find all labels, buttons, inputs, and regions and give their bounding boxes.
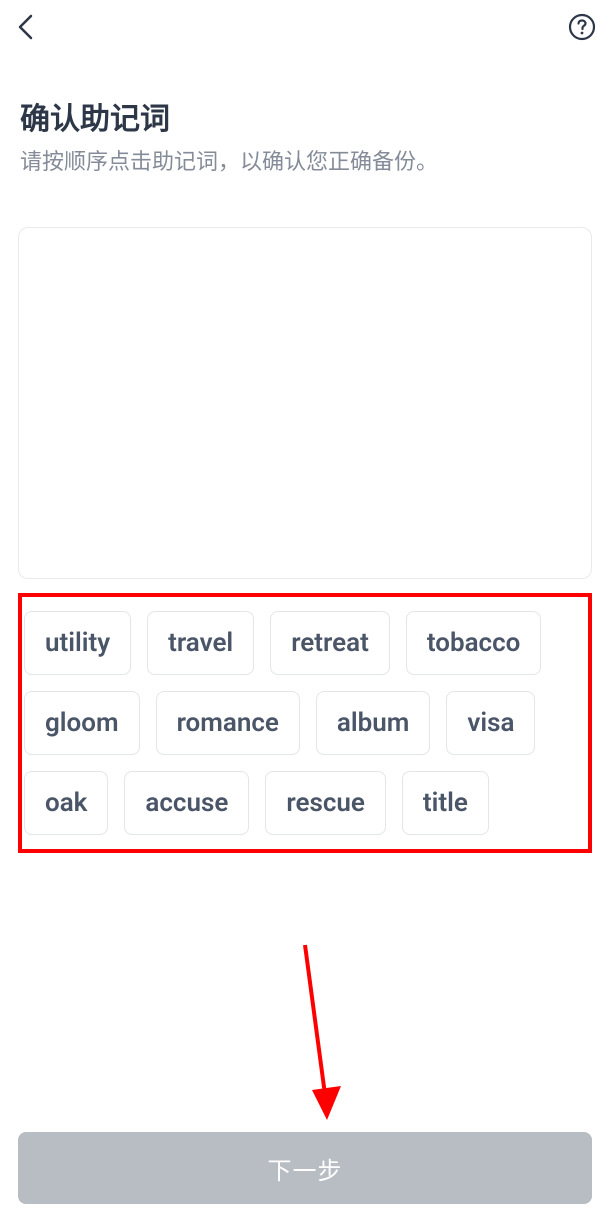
word-chip-oak[interactable]: oak bbox=[24, 771, 108, 835]
title-section: 确认助记词 请按顺序点击助记词，以确认您正确备份。 bbox=[0, 54, 610, 179]
word-chip-romance[interactable]: romance bbox=[156, 691, 300, 755]
next-button-label: 下一步 bbox=[268, 1151, 343, 1186]
word-chip-title[interactable]: title bbox=[402, 771, 489, 835]
question-circle-icon bbox=[568, 13, 596, 41]
page-subtitle: 请按顺序点击助记词，以确认您正确备份。 bbox=[20, 146, 590, 179]
word-chip-tobacco[interactable]: tobacco bbox=[406, 611, 542, 675]
word-chip-visa[interactable]: visa bbox=[446, 691, 535, 755]
word-chip-utility[interactable]: utility bbox=[24, 611, 131, 675]
word-chip-travel[interactable]: travel bbox=[147, 611, 254, 675]
selected-words-area[interactable] bbox=[18, 227, 592, 579]
word-chip-retreat[interactable]: retreat bbox=[270, 611, 390, 675]
word-chip-accuse[interactable]: accuse bbox=[124, 771, 249, 835]
mnemonic-words-container: utility travel retreat tobacco gloom rom… bbox=[18, 593, 592, 853]
page-title: 确认助记词 bbox=[20, 94, 590, 138]
chevron-left-icon bbox=[16, 13, 36, 41]
next-button[interactable]: 下一步 bbox=[18, 1132, 592, 1204]
word-chip-album[interactable]: album bbox=[316, 691, 430, 755]
word-chip-gloom[interactable]: gloom bbox=[24, 691, 140, 755]
header bbox=[0, 0, 610, 54]
arrow-annotation-icon bbox=[294, 940, 354, 1140]
help-button[interactable] bbox=[568, 13, 596, 41]
word-chip-rescue[interactable]: rescue bbox=[265, 771, 386, 835]
back-button[interactable] bbox=[14, 15, 38, 39]
